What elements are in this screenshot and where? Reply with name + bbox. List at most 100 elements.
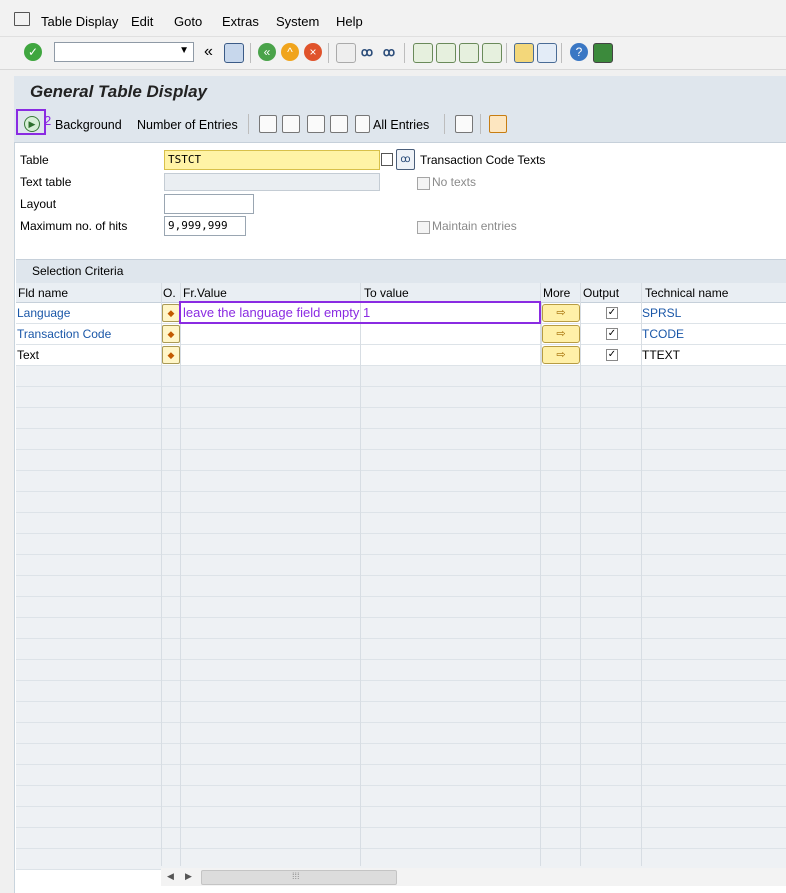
multiple-selection-button[interactable]: ⇨ bbox=[542, 325, 580, 343]
deselect-all-icon[interactable] bbox=[307, 115, 325, 133]
fld-name-text[interactable]: Text bbox=[17, 348, 39, 362]
table-label: Table bbox=[20, 153, 49, 167]
empty-table-row bbox=[16, 702, 786, 723]
column-divider bbox=[641, 283, 642, 866]
max-hits-input[interactable]: 9,999,999 bbox=[164, 216, 246, 236]
menu-system[interactable]: System bbox=[276, 14, 319, 29]
menu-help[interactable]: Help bbox=[336, 14, 363, 29]
export-icon[interactable] bbox=[489, 115, 507, 133]
find-icon[interactable]: ꝏ bbox=[358, 43, 376, 61]
fld-name-language[interactable]: Language bbox=[17, 306, 70, 320]
back-icon[interactable]: « bbox=[258, 43, 276, 61]
background-button[interactable]: Background bbox=[55, 118, 122, 132]
to-value-input[interactable] bbox=[361, 324, 542, 344]
output-checkbox[interactable]: ✓ bbox=[606, 307, 618, 319]
table-description: Transaction Code Texts bbox=[420, 153, 546, 167]
layout-input[interactable] bbox=[164, 194, 254, 214]
new-session-icon[interactable] bbox=[514, 43, 534, 63]
col-more: More bbox=[543, 286, 571, 300]
empty-table-row bbox=[16, 366, 786, 387]
menu-table-display[interactable]: Table Display bbox=[41, 14, 118, 29]
multiple-selection-button[interactable]: ⇨ bbox=[542, 304, 580, 322]
table-row: Text ◆ ⇨ ✓ TTEXT bbox=[16, 345, 786, 366]
command-field[interactable]: ▼ bbox=[54, 42, 194, 62]
no-texts-checkbox[interactable] bbox=[417, 177, 430, 190]
menu-icon[interactable] bbox=[14, 12, 30, 26]
column-divider bbox=[360, 283, 361, 866]
customize-layout-icon[interactable] bbox=[593, 43, 613, 63]
toolbar-separator bbox=[506, 43, 507, 63]
help-icon[interactable]: ? bbox=[570, 43, 588, 61]
next-page-icon[interactable] bbox=[459, 43, 479, 63]
find-next-icon[interactable]: ꝏ bbox=[380, 43, 398, 61]
to-value-input[interactable] bbox=[361, 345, 542, 365]
output-checkbox[interactable]: ✓ bbox=[606, 349, 618, 361]
select-all-icon[interactable] bbox=[259, 115, 277, 133]
shortcut-icon[interactable] bbox=[537, 43, 557, 63]
selection-option-icon[interactable]: ◆ bbox=[162, 325, 180, 343]
technical-name: TCODE bbox=[642, 327, 684, 341]
empty-table-row bbox=[16, 492, 786, 513]
toolbar-separator bbox=[250, 43, 251, 63]
field-selection-icon[interactable] bbox=[455, 115, 473, 133]
scroll-thumb[interactable]: ⁞⁞⁞ bbox=[201, 870, 397, 885]
scroll-right-icon[interactable]: ▶ bbox=[185, 871, 192, 882]
empty-table-row bbox=[16, 681, 786, 702]
empty-table-row bbox=[16, 849, 786, 870]
empty-table-row bbox=[16, 576, 786, 597]
standard-toolbar: ✓ ▼ « « ^ × ꝏ ꝏ ? bbox=[0, 37, 786, 70]
check-icon[interactable]: ✓ bbox=[24, 43, 42, 61]
max-hits-label: Maximum no. of hits bbox=[20, 219, 128, 233]
chevron-down-icon[interactable]: ▼ bbox=[179, 45, 189, 56]
layout-label: Layout bbox=[20, 197, 57, 211]
toolbar-separator bbox=[444, 114, 445, 134]
scroll-grip: ⁞⁞⁞ bbox=[292, 871, 300, 881]
print-icon[interactable] bbox=[336, 43, 356, 63]
empty-table-row bbox=[16, 513, 786, 534]
empty-table-row bbox=[16, 807, 786, 828]
previous-page-icon[interactable] bbox=[436, 43, 456, 63]
empty-table-row bbox=[16, 723, 786, 744]
back-arrows-icon[interactable]: « bbox=[204, 43, 213, 61]
delete-selection-icon[interactable] bbox=[330, 115, 348, 133]
scroll-left-icon[interactable]: ◀ bbox=[167, 871, 174, 882]
menu-edit[interactable]: Edit bbox=[131, 14, 153, 29]
select-block-icon[interactable] bbox=[282, 115, 300, 133]
annotation-step-2: 2 bbox=[44, 113, 52, 128]
toolbar-separator bbox=[248, 114, 249, 134]
selection-option-icon[interactable]: ◆ bbox=[162, 304, 180, 322]
all-entries-button[interactable]: All Entries bbox=[373, 118, 429, 132]
number-of-entries-button[interactable]: Number of Entries bbox=[137, 118, 238, 132]
annotation-box-execute bbox=[16, 109, 46, 135]
menu-goto[interactable]: Goto bbox=[174, 14, 202, 29]
empty-table-row bbox=[16, 408, 786, 429]
annotation-step-1: leave the language field empty 1 bbox=[183, 305, 371, 320]
multiple-selection-button[interactable]: ⇨ bbox=[542, 346, 580, 364]
toolbar-separator bbox=[404, 43, 405, 63]
search-help-icon[interactable]: ꝏ bbox=[396, 149, 415, 170]
empty-table-row bbox=[16, 555, 786, 576]
save-icon[interactable] bbox=[224, 43, 244, 63]
table-input[interactable]: TSTCT bbox=[164, 150, 380, 170]
technical-name: SPRSL bbox=[642, 306, 682, 320]
selection-option-icon[interactable]: ◆ bbox=[162, 346, 180, 364]
max-hits-value: 9,999,999 bbox=[168, 219, 228, 232]
last-page-icon[interactable] bbox=[482, 43, 502, 63]
maintain-entries-checkbox[interactable] bbox=[417, 221, 430, 234]
exit-icon[interactable]: ^ bbox=[281, 43, 299, 61]
col-fld-name: Fld name bbox=[18, 286, 69, 300]
cancel-icon[interactable]: × bbox=[304, 43, 322, 61]
fld-name-transaction-code[interactable]: Transaction Code bbox=[17, 327, 111, 341]
empty-table-row bbox=[16, 534, 786, 555]
all-entries-icon[interactable] bbox=[355, 115, 370, 133]
first-page-icon[interactable] bbox=[413, 43, 433, 63]
column-divider bbox=[540, 283, 541, 866]
output-checkbox[interactable]: ✓ bbox=[606, 328, 618, 340]
horizontal-scrollbar[interactable]: ◀ ▶ ⁞⁞⁞ bbox=[161, 868, 786, 886]
menu-extras[interactable]: Extras bbox=[222, 14, 259, 29]
empty-table-row bbox=[16, 828, 786, 849]
fr-value-input[interactable] bbox=[181, 324, 362, 344]
fr-value-input[interactable] bbox=[181, 345, 362, 365]
copy-icon[interactable] bbox=[381, 153, 393, 166]
col-fr-value: Fr.Value bbox=[183, 286, 227, 300]
